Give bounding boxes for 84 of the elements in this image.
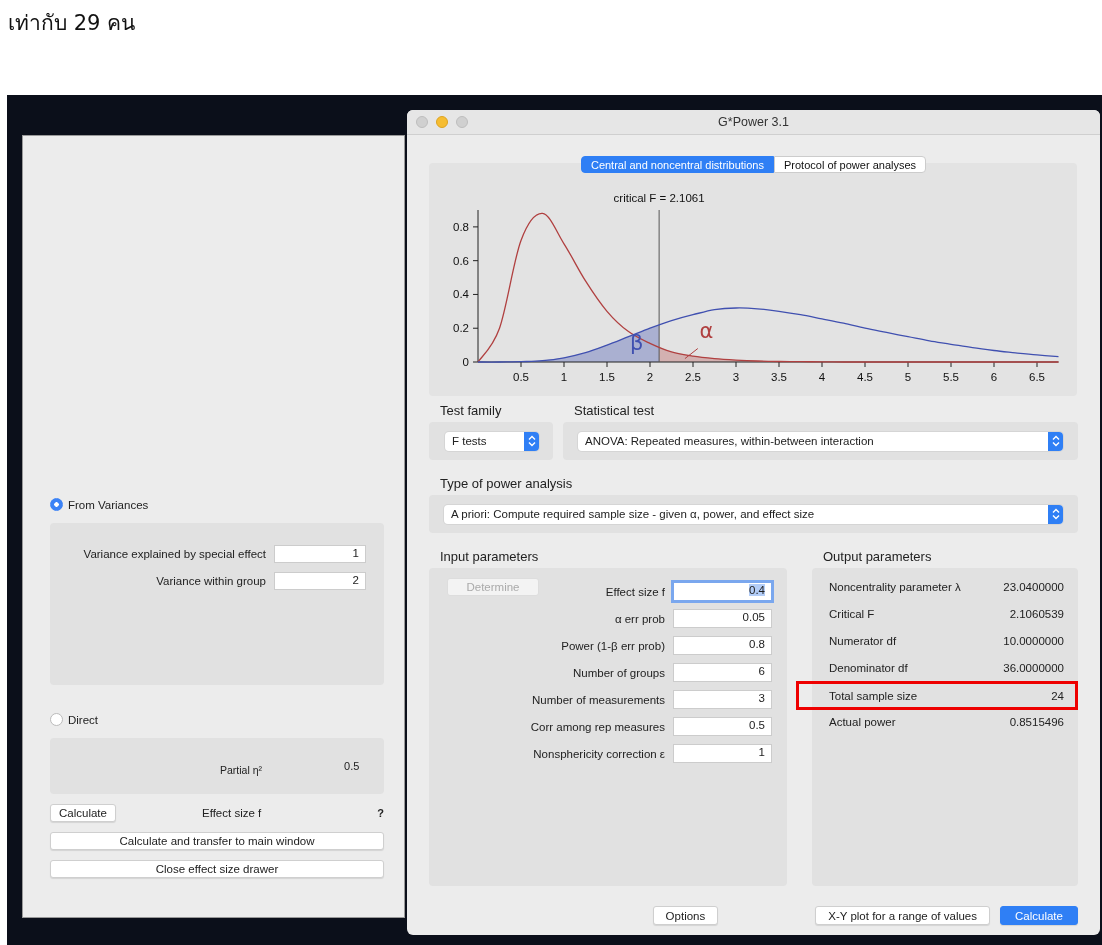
- window-title: G*Power 3.1: [718, 115, 789, 129]
- field-label: Number of groups: [572, 666, 665, 679]
- x-tick-label: 1: [560, 371, 568, 383]
- field-label: Nonsphericity correction ε: [533, 747, 665, 760]
- output-label: Numerator df: [829, 634, 897, 647]
- y-tick-label: 0.6: [453, 254, 469, 267]
- field-label: Power (1-β err prob): [561, 639, 665, 652]
- input-field[interactable]: 6: [673, 663, 772, 682]
- critical-label: critical F = 2.1061: [613, 192, 705, 204]
- x-tick-label: 2.5: [685, 371, 701, 383]
- input-field[interactable]: 0.05: [673, 609, 772, 628]
- page-text: เท่ากับ 29 คน: [8, 11, 136, 35]
- input-field[interactable]: 0.5: [673, 717, 772, 736]
- field-label: α err prob: [614, 612, 665, 625]
- radio-button[interactable]: [50, 713, 63, 726]
- input-field[interactable]: 1: [274, 545, 366, 563]
- y-tick-label: 0.2: [453, 322, 469, 335]
- statistical-test-dropdown[interactable]: ANOVA: Repeated measures, within-between interaction: [578, 431, 1063, 451]
- output-value: 2.1060539: [1009, 607, 1064, 620]
- beta-label: β: [630, 331, 644, 356]
- x-tick-label: 0.5: [513, 371, 529, 383]
- zoom-icon[interactable]: [456, 116, 468, 128]
- output-label: Total sample size: [829, 689, 918, 702]
- x-tick-label: 2: [646, 371, 654, 383]
- tab[interactable]: Protocol of power analyses: [774, 156, 927, 173]
- section-label: Output parameters: [822, 549, 933, 565]
- footer-button[interactable]: Calculate: [1000, 906, 1078, 925]
- drawer-button[interactable]: Calculate and transfer to main window: [50, 832, 384, 850]
- output-label: Denominator df: [829, 661, 908, 674]
- x-tick-label: 5.5: [943, 371, 959, 383]
- radio-label: From Variances: [68, 498, 149, 511]
- section-label: Type of power analysis: [439, 476, 574, 492]
- section-label: Test family: [439, 403, 503, 419]
- field-label: Variance explained by special effect: [83, 548, 266, 560]
- footer-button[interactable]: Options: [652, 906, 719, 925]
- output-value: 24: [1051, 689, 1064, 702]
- section-label: Input parameters: [439, 549, 540, 565]
- field-label: Variance within group: [156, 575, 266, 587]
- effect-size-label: Effect size f: [202, 807, 262, 819]
- alpha-label: α: [699, 319, 714, 344]
- field-label: Effect size f: [605, 585, 665, 598]
- input-field[interactable]: 0.4: [673, 582, 772, 601]
- stepper-icon: [1048, 504, 1063, 524]
- y-tick-label: 0.4: [453, 288, 469, 301]
- test-family-dropdown[interactable]: F tests: [445, 431, 539, 451]
- output-label: Noncentrality parameter λ: [829, 580, 961, 593]
- calculate-button[interactable]: Calculate: [50, 804, 116, 822]
- x-tick-label: 6.5: [1029, 371, 1045, 383]
- input-field[interactable]: 1: [673, 744, 772, 763]
- output-value: 36.0000000: [1003, 661, 1064, 674]
- minimize-icon[interactable]: [436, 116, 448, 128]
- y-tick-label: 0.8: [453, 220, 469, 233]
- leader-line: [684, 348, 699, 360]
- x-tick-label: 4: [818, 371, 826, 383]
- field-label: Number of measurements: [532, 693, 665, 706]
- field-label: Corr among rep measures: [530, 720, 665, 733]
- section-label: Statistical test: [573, 403, 656, 419]
- output-value: 23.0400000: [1003, 580, 1064, 593]
- stepper-icon: [524, 431, 539, 451]
- output-value: 10.0000000: [1003, 634, 1064, 647]
- drawer-button[interactable]: Close effect size drawer: [50, 860, 384, 878]
- stepper-icon: [1048, 431, 1063, 451]
- radio-label: Direct: [68, 713, 99, 726]
- x-tick-label: 1.5: [599, 371, 615, 383]
- input-field[interactable]: 3: [673, 690, 772, 709]
- field-value: 0.5: [344, 760, 360, 772]
- x-tick-label: 3: [732, 371, 740, 383]
- output-value: 0.8515496: [1009, 715, 1064, 728]
- power-analysis-dropdown[interactable]: A priori: Compute required sample size - given α, power, and effect size: [444, 504, 1063, 524]
- input-field[interactable]: 0.8: [673, 636, 772, 655]
- footer-button[interactable]: X-Y plot for a range of values: [815, 906, 990, 925]
- x-tick-label: 5: [904, 371, 912, 383]
- y-tick-label: 0: [462, 356, 469, 368]
- output-label: Actual power: [829, 715, 896, 728]
- tab[interactable]: Central and noncentral distributions: [580, 156, 774, 173]
- field-label: Partial η²: [220, 764, 262, 776]
- x-tick-label: 6: [990, 371, 998, 383]
- close-icon[interactable]: [416, 116, 428, 128]
- output-label: Critical F: [829, 607, 875, 620]
- x-tick-label: 4.5: [857, 371, 873, 383]
- x-tick-label: 3.5: [771, 371, 787, 383]
- radio-button[interactable]: [50, 498, 63, 511]
- input-field[interactable]: 2: [274, 572, 366, 590]
- effect-size-value: ?: [377, 807, 384, 819]
